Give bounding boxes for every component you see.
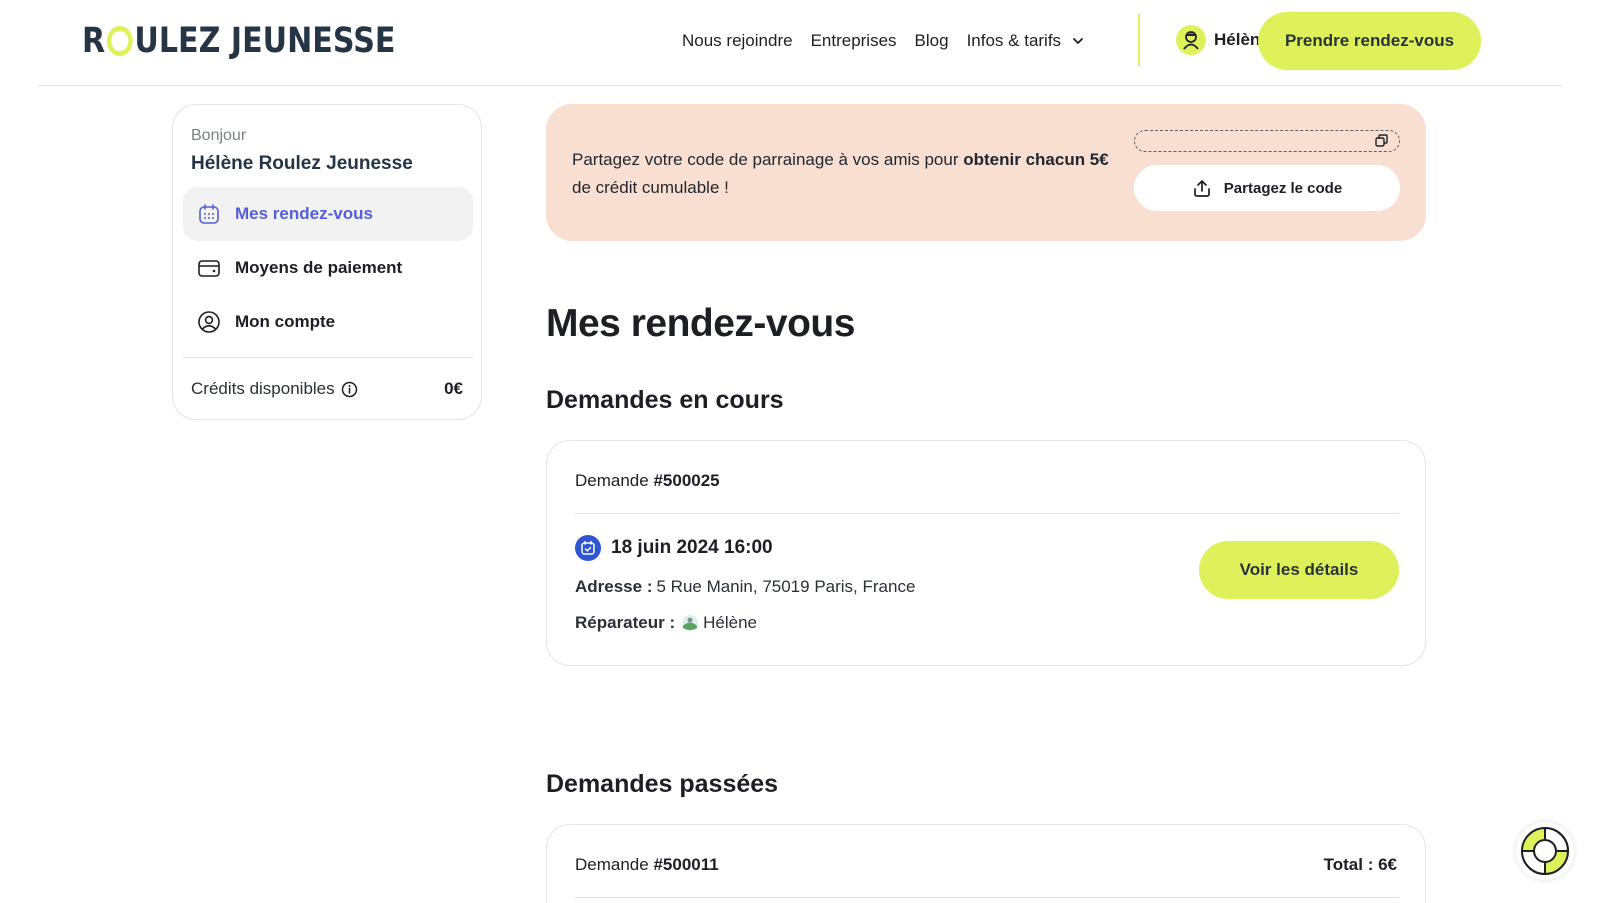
- ongoing-section-title: Demandes en cours: [546, 386, 784, 414]
- appointment-date: 18 juin 2024 16:00: [611, 537, 773, 558]
- referral-banner: Partagez votre code de parrainage à vos …: [546, 104, 1426, 241]
- credits-label: Crédits disponibles: [191, 379, 358, 399]
- main-nav: Nous rejoindre Entreprises Blog Infos & …: [682, 28, 1103, 54]
- upload-icon: [1192, 178, 1212, 198]
- book-appointment-button[interactable]: Prendre rendez-vous: [1258, 12, 1481, 70]
- logo-letter: R: [82, 21, 106, 61]
- site-header: R ULEZ JEUNESSE Nous rejoindre Entrepris…: [38, 0, 1562, 86]
- sidebar-item-label: Mon compte: [235, 312, 336, 331]
- share-code-button[interactable]: Partagez le code: [1134, 165, 1400, 211]
- referral-text-end: de crédit cumulable !: [572, 178, 729, 197]
- sidebar-item-account[interactable]: Mon compte: [183, 295, 473, 349]
- user-menu[interactable]: Hélène: [1176, 24, 1270, 56]
- nav-dropdown-label: Infos & tarifs: [966, 31, 1062, 50]
- account-sidebar: Bonjour Hélène Roulez Jeunesse Mes rende…: [172, 104, 482, 420]
- site-logo[interactable]: R ULEZ JEUNESSE: [82, 21, 396, 61]
- referral-text-start: Partagez votre code de parrainage à vos …: [572, 150, 964, 169]
- address-value: 5 Rue Manin, 75019 Paris, France: [656, 577, 916, 596]
- card-divider: [575, 897, 1399, 898]
- request-header: Demande #500025: [575, 471, 720, 491]
- chevron-down-icon: [1073, 38, 1083, 44]
- user-avatar-icon: [1176, 25, 1206, 55]
- referral-text: Partagez votre code de parrainage à vos …: [572, 146, 1112, 202]
- repairer-avatar-icon: [681, 614, 699, 632]
- request-number: #500025: [653, 471, 720, 490]
- logo-ring-icon: [106, 26, 133, 56]
- greeting: Bonjour: [191, 127, 247, 144]
- logo-text: ULEZ JEUNESSE: [134, 21, 396, 61]
- user-circle-icon: [197, 310, 221, 334]
- sidebar-item-label: Mes rendez-vous: [235, 204, 373, 223]
- repairer-line: Réparateur : Hélène: [575, 613, 757, 633]
- page-title: Mes rendez-vous: [546, 302, 855, 345]
- repairer-label: Réparateur :: [575, 613, 676, 632]
- lifebuoy-icon: [1520, 826, 1570, 876]
- ongoing-request-card: Demande #500025 18 juin 2024 16:00 Adres…: [546, 440, 1426, 666]
- help-chat-button[interactable]: [1516, 822, 1574, 880]
- past-section-title: Demandes passées: [546, 770, 779, 798]
- request-number: #500011: [653, 855, 719, 874]
- request-label: Demande: [575, 471, 649, 490]
- card-divider: [575, 513, 1399, 514]
- share-code-label: Partagez le code: [1223, 179, 1343, 197]
- request-label: Demande: [575, 855, 649, 874]
- nav-infos-tarifs-dropdown[interactable]: Infos & tarifs: [967, 31, 1085, 51]
- nav-blog[interactable]: Blog: [915, 31, 949, 51]
- user-full-name: Hélène Roulez Jeunesse: [191, 153, 413, 174]
- request-header: Demande #500011: [575, 855, 719, 875]
- calendar-icon: [197, 202, 221, 226]
- sidebar-item-appointments[interactable]: Mes rendez-vous: [183, 187, 473, 241]
- sidebar-divider: [183, 357, 473, 358]
- sidebar-item-label: Moyens de paiement: [235, 258, 403, 277]
- nav-nous-rejoindre[interactable]: Nous rejoindre: [682, 31, 793, 51]
- nav-divider: [1138, 14, 1140, 66]
- copy-icon[interactable]: [1374, 133, 1389, 148]
- referral-code-box[interactable]: [1134, 130, 1400, 152]
- calendar-check-icon: [575, 535, 601, 561]
- credits-value: 0€: [444, 379, 463, 398]
- wallet-icon: [197, 256, 221, 280]
- view-details-button[interactable]: Voir les détails: [1199, 541, 1399, 599]
- past-request-card: Demande #500011 Total : 6€: [546, 824, 1426, 903]
- request-total: Total : 6€: [1323, 855, 1397, 874]
- appointment-date-row: 18 juin 2024 16:00: [575, 535, 773, 561]
- address-label: Adresse :: [575, 577, 653, 596]
- address-line: Adresse : 5 Rue Manin, 75019 Paris, Fran…: [575, 577, 915, 597]
- credits-label-text: Crédits disponibles: [191, 379, 335, 398]
- referral-text-bold: obtenir chacun 5€: [963, 150, 1109, 169]
- info-icon[interactable]: [341, 381, 358, 398]
- sidebar-item-payment[interactable]: Moyens de paiement: [183, 241, 473, 295]
- repairer-name: Hélène: [703, 613, 758, 632]
- nav-entreprises[interactable]: Entreprises: [811, 31, 897, 51]
